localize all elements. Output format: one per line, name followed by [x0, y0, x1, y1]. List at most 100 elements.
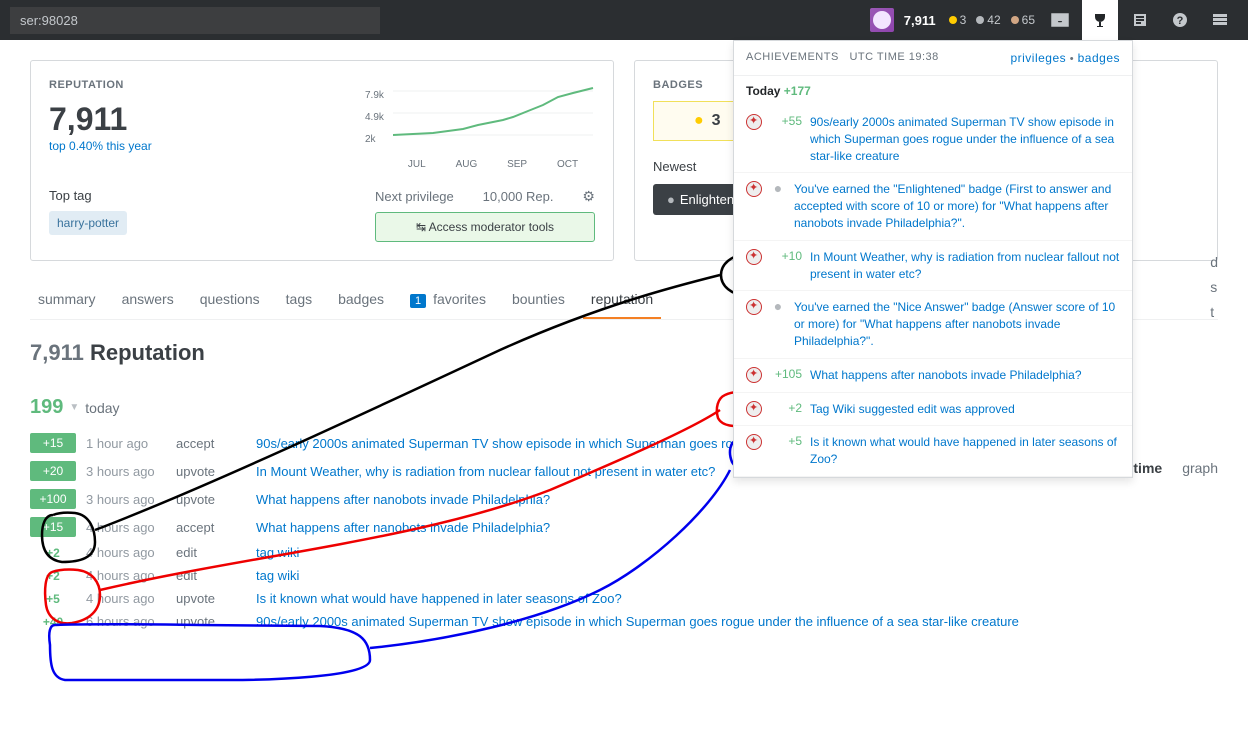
rep-reason: accept — [176, 436, 256, 451]
reputation-row: +154 hours agoacceptWhat happens after n… — [30, 513, 1218, 541]
rep-reason: edit — [176, 545, 256, 560]
rep-reason: upvote — [176, 591, 256, 606]
site-icon — [746, 401, 762, 417]
rep-time: 4 hours ago — [86, 545, 176, 560]
rep-change: +2 — [30, 546, 76, 560]
achievement-row[interactable]: +5590s/early 2000s animated Superman TV … — [734, 106, 1132, 173]
achievement-text[interactable]: You've earned the "Enlightened" badge (F… — [794, 181, 1120, 231]
rep-change: +100 — [30, 489, 76, 509]
help-icon[interactable]: ? — [1162, 0, 1198, 40]
achievement-text[interactable]: Is it known what would have happened in … — [810, 434, 1120, 468]
tab-badges[interactable]: badges — [330, 281, 392, 319]
rep-change: +2 — [30, 569, 76, 583]
rep-time: 6 hours ago — [86, 614, 176, 629]
achievement-text[interactable]: What happens after nanobots invade Phila… — [810, 367, 1120, 384]
topbar: ser:98028 7,911 3 42 65 ? — [0, 0, 1248, 40]
tab-summary[interactable]: summary — [30, 281, 104, 319]
rep-reason: upvote — [176, 464, 256, 479]
badge-icon: ● — [770, 299, 786, 349]
achievement-text[interactable]: In Mount Weather, why is radiation from … — [810, 249, 1120, 283]
achievement-rep: +5 — [770, 434, 802, 468]
rep-change: +20 — [30, 461, 76, 481]
rep-time: 1 hour ago — [86, 436, 176, 451]
sites-icon[interactable] — [1202, 0, 1238, 40]
reputation-value: 7,911 — [49, 101, 152, 138]
rep-time: 3 hours ago — [86, 492, 176, 507]
tab-bounties[interactable]: bounties — [504, 281, 573, 319]
rep-link[interactable]: What happens after nanobots invade Phila… — [256, 520, 1218, 535]
svg-text:?: ? — [1177, 15, 1184, 27]
achievement-row[interactable]: +2 Tag Wiki suggested edit was approved — [734, 393, 1132, 427]
view-tabs: time graph — [1133, 460, 1218, 476]
rep-link[interactable]: Is it known what would have happened in … — [256, 591, 1218, 606]
avatar[interactable] — [870, 8, 894, 32]
privileges-link[interactable]: privileges — [1010, 51, 1066, 65]
rep-reason: upvote — [176, 614, 256, 629]
achievement-row[interactable]: ●You've earned the "Nice Answer" badge (… — [734, 291, 1132, 358]
review-icon[interactable] — [1122, 0, 1158, 40]
site-icon — [746, 299, 762, 315]
tab-favorites[interactable]: 1 favorites — [402, 281, 494, 319]
achievement-text[interactable]: Tag Wiki suggested edit was approved — [810, 401, 1120, 418]
site-icon — [746, 434, 762, 450]
tab-reputation[interactable]: reputation — [583, 281, 661, 319]
view-time[interactable]: time — [1133, 460, 1162, 476]
badge-icon: ● — [770, 181, 786, 231]
site-icon — [746, 367, 762, 383]
reputation-card-title: REPUTATION — [49, 79, 152, 91]
bronze-badge-count: 65 — [1011, 13, 1035, 27]
rep-link[interactable]: tag wiki — [256, 568, 1218, 583]
obscured-text: d s t — [1210, 250, 1218, 326]
chevron-down-icon: ▼ — [69, 402, 79, 413]
rep-time: 3 hours ago — [86, 464, 176, 479]
search-input[interactable]: ser:98028 — [10, 7, 380, 34]
dropdown-today: Today +177 — [734, 76, 1132, 106]
achievement-text[interactable]: You've earned the "Nice Answer" badge (A… — [794, 299, 1120, 349]
topbar-right: 7,911 3 42 65 ? — [870, 0, 1238, 40]
achievement-rep: +10 — [770, 249, 802, 283]
silver-badge-count: 42 — [976, 13, 1000, 27]
nextpriv-button[interactable]: ↹ Access moderator tools — [375, 212, 595, 242]
dropdown-header: ACHIEVEMENTS UTC TIME 19:38 privileges •… — [734, 41, 1132, 76]
achievements-icon[interactable] — [1082, 0, 1118, 40]
topbar-rep[interactable]: 7,911 — [904, 13, 936, 28]
nextpriv-goal: 10,000 Rep. — [483, 189, 554, 204]
toptag-label: Top tag — [49, 188, 127, 203]
reputation-row: +2 4 hours agoedittag wiki — [30, 541, 1218, 564]
view-graph[interactable]: graph — [1182, 460, 1218, 476]
rep-change: +40 — [30, 615, 76, 629]
tab-tags[interactable]: tags — [278, 281, 320, 319]
nextpriv-label: Next privilege — [375, 189, 454, 204]
reputation-row: +5 4 hours agoupvoteIs it known what woul… — [30, 587, 1218, 610]
rep-change: +5 — [30, 592, 76, 606]
toptag[interactable]: harry-potter — [49, 211, 127, 235]
achievement-rep: +2 — [770, 401, 802, 418]
rep-link[interactable]: What happens after nanobots invade Phila… — [256, 492, 1218, 507]
rep-link[interactable]: 90s/early 2000s animated Superman TV sho… — [256, 614, 1218, 629]
rep-change: +15 — [30, 517, 76, 537]
gear-icon[interactable]: ⚙ — [582, 188, 595, 205]
achievement-text[interactable]: 90s/early 2000s animated Superman TV sho… — [810, 114, 1120, 164]
rep-time: 4 hours ago — [86, 520, 176, 535]
reputation-row: +24 hours agoedittag wiki — [30, 564, 1218, 587]
reputation-card: REPUTATION 7,911 top 0.40% this year 7.9… — [30, 60, 614, 261]
site-icon — [746, 249, 762, 265]
site-icon — [746, 114, 762, 130]
achievement-row[interactable]: +10In Mount Weather, why is radiation fr… — [734, 241, 1132, 292]
reputation-chart: 7.9k 4.9k 2k — [365, 85, 595, 155]
tab-answers[interactable]: answers — [114, 281, 182, 319]
achievement-row[interactable]: ●You've earned the "Enlightened" badge (… — [734, 173, 1132, 240]
reputation-rank-link[interactable]: top 0.40% this year — [49, 139, 152, 153]
badges-link[interactable]: badges — [1078, 51, 1120, 65]
rep-reason: edit — [176, 568, 256, 583]
tab-questions[interactable]: questions — [192, 281, 268, 319]
rep-time: 4 hours ago — [86, 591, 176, 606]
achievement-row[interactable]: +5Is it known what would have happened i… — [734, 426, 1132, 477]
achievement-row[interactable]: +105 What happens after nanobots invade P… — [734, 359, 1132, 393]
achievement-rep: +105 — [770, 367, 802, 384]
inbox-icon[interactable] — [1042, 0, 1078, 40]
reputation-row: +1003 hours agoupvoteWhat happens after … — [30, 485, 1218, 513]
site-icon — [746, 181, 762, 197]
reputation-row: +40 6 hours agoupvote90s/early 2000s anim… — [30, 610, 1218, 633]
rep-link[interactable]: tag wiki — [256, 545, 1218, 560]
